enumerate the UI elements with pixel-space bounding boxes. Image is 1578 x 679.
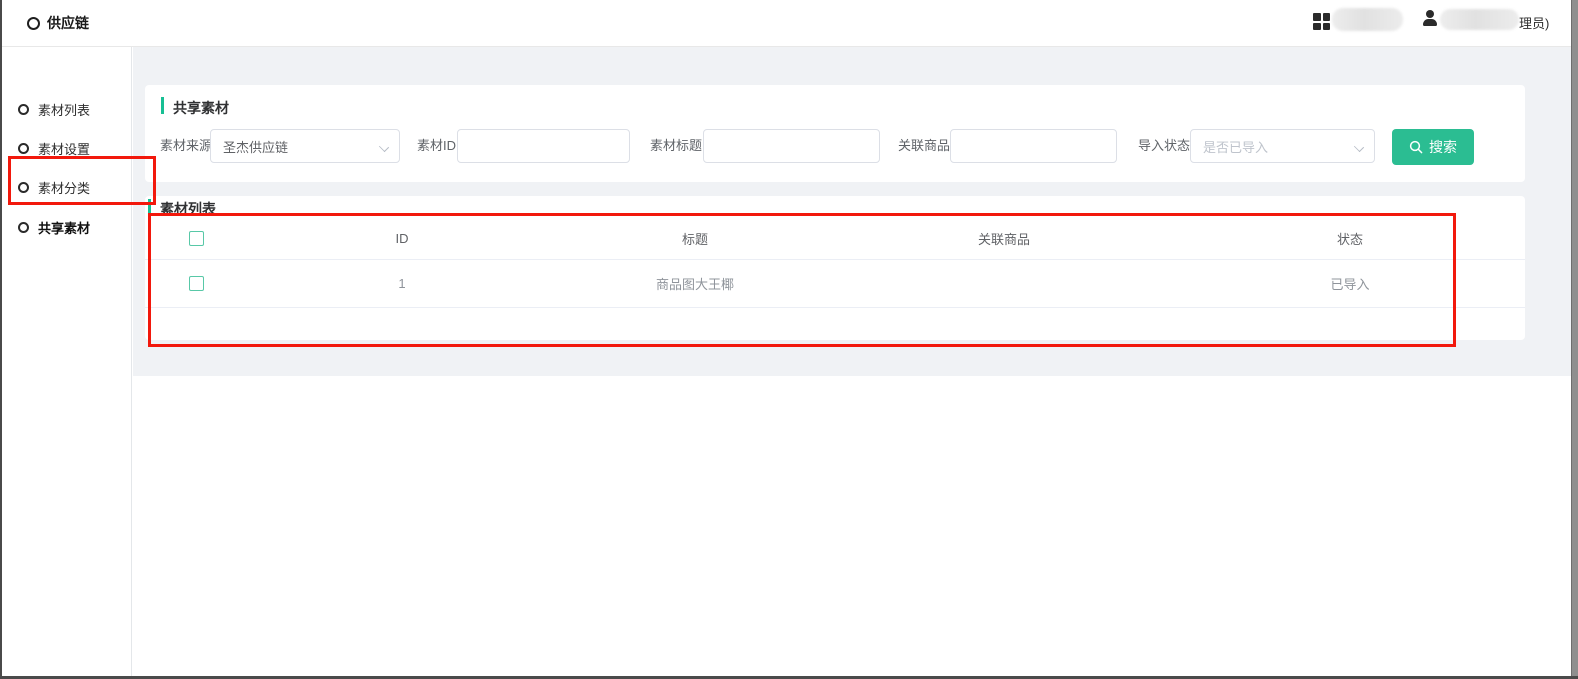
circle-icon	[18, 143, 29, 154]
cell-status: 已导入	[1175, 260, 1525, 307]
table-row: 1 商品图大王椰 已导入	[145, 260, 1525, 308]
user-role-suffix: 理员)	[1519, 13, 1549, 32]
row-checkbox[interactable]	[189, 276, 204, 291]
sidebar-item-material-settings[interactable]: 素材设置	[0, 135, 132, 161]
source-select[interactable]: 圣杰供应链	[210, 129, 400, 163]
app-title: 供应链	[47, 13, 89, 33]
sidebar-item-label: 共享素材	[38, 218, 90, 237]
column-header-id: ID	[247, 218, 557, 259]
sidebar-item-label: 素材设置	[38, 139, 90, 158]
import-status-label: 导入状态	[1138, 129, 1190, 163]
filter-section-title: 共享素材	[173, 98, 229, 118]
user-avatar-icon[interactable]	[1423, 10, 1437, 25]
material-list-card: 素材列表 ID 标题 关联商品 状态 1 商品图大王椰 已导入	[145, 196, 1525, 340]
search-icon	[1409, 140, 1423, 154]
chevron-down-icon	[1355, 143, 1363, 151]
search-button[interactable]: 搜索	[1392, 129, 1474, 165]
source-select-value: 圣杰供应链	[223, 137, 371, 156]
row-checkbox-cell	[145, 260, 247, 307]
page-scrollbar[interactable]	[1571, 0, 1578, 679]
header-checkbox-cell	[145, 218, 247, 259]
section-accent-bar	[148, 199, 151, 215]
material-id-label: 素材ID	[417, 129, 456, 163]
logo-circle-icon	[27, 17, 40, 30]
material-title-input[interactable]	[703, 129, 880, 163]
window-left-edge	[0, 0, 2, 679]
table-section-title: 素材列表	[160, 199, 216, 219]
source-label: 素材来源	[160, 129, 212, 163]
cell-id: 1	[247, 260, 557, 307]
circle-icon	[18, 222, 29, 233]
section-accent-bar	[161, 97, 164, 114]
redacted-username	[1440, 9, 1519, 30]
select-all-checkbox[interactable]	[189, 231, 204, 246]
cell-title: 商品图大王椰	[557, 260, 833, 307]
related-product-label: 关联商品	[898, 129, 950, 163]
sidebar-item-label: 素材分类	[38, 178, 90, 197]
related-product-input[interactable]	[950, 129, 1117, 163]
sidebar-item-shared-materials[interactable]: 共享素材	[0, 214, 132, 240]
apps-grid-icon[interactable]	[1313, 13, 1330, 30]
cell-related-product	[833, 260, 1175, 307]
top-header: 供应链 理员)	[0, 0, 1571, 47]
sidebar-item-material-list[interactable]: 素材列表	[0, 96, 132, 122]
redacted-workspace-name	[1332, 8, 1403, 31]
import-status-select[interactable]: 是否已导入	[1190, 129, 1375, 163]
sidebar-item-label: 素材列表	[38, 100, 90, 119]
materials-table: ID 标题 关联商品 状态 1 商品图大王椰 已导入	[145, 218, 1525, 308]
filter-row: 素材来源 圣杰供应链 素材ID 素材标题 关联商品 导入状态 是否已导入 搜索	[145, 129, 1525, 163]
circle-icon	[18, 104, 29, 115]
app-logo: 供应链	[27, 13, 89, 33]
circle-icon	[18, 182, 29, 193]
column-header-related-product: 关联商品	[833, 218, 1175, 259]
material-id-input[interactable]	[457, 129, 630, 163]
import-status-placeholder: 是否已导入	[1203, 137, 1346, 156]
chevron-down-icon	[380, 143, 388, 151]
column-header-title: 标题	[557, 218, 833, 259]
sidebar-item-material-category[interactable]: 素材分类	[0, 174, 132, 200]
column-header-status: 状态	[1175, 218, 1525, 259]
material-title-label: 素材标题	[650, 129, 702, 163]
sidebar: 素材列表 素材设置 素材分类 共享素材	[0, 47, 132, 679]
search-button-label: 搜索	[1429, 137, 1457, 157]
shared-materials-filter-card: 共享素材 素材来源 圣杰供应链 素材ID 素材标题 关联商品 导入状态 是否已导…	[145, 85, 1525, 182]
table-header-row: ID 标题 关联商品 状态	[145, 218, 1525, 260]
